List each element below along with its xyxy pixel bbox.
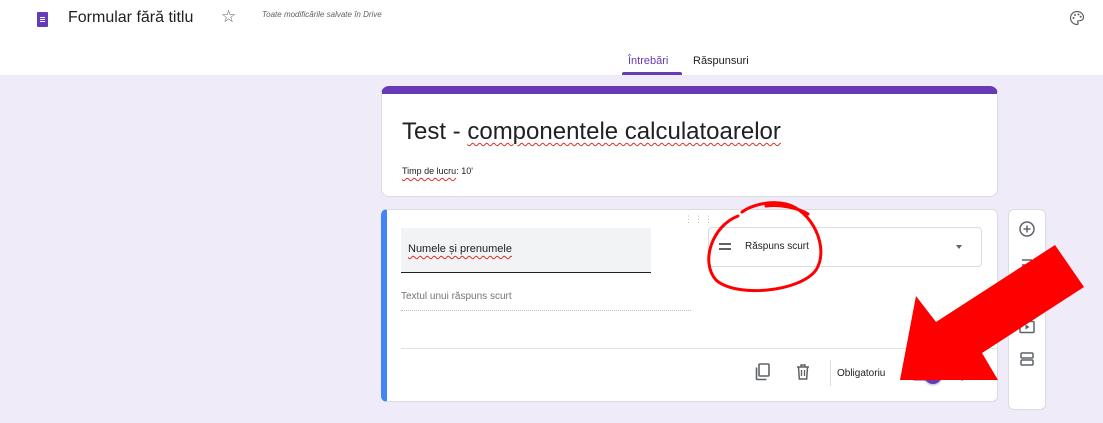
top-bar: Formular fără titlu ☆ Toate modificările…: [0, 0, 1103, 50]
duplicate-icon[interactable]: [753, 362, 773, 382]
footer-divider: [830, 360, 831, 386]
required-label: Obligatoriu: [837, 368, 886, 379]
form-description-spellcheck: Timp de lucru: [402, 166, 457, 176]
tab-questions[interactable]: Întrebări: [628, 55, 668, 67]
form-title-spellcheck: componentele calculatoarelor: [467, 118, 781, 145]
forms-logo-icon[interactable]: [37, 12, 48, 27]
divider: [401, 348, 998, 349]
save-status: Toate modificările salvate în Drive: [262, 10, 382, 19]
chevron-down-icon: [956, 245, 962, 249]
import-questions-icon[interactable]: [1018, 256, 1036, 274]
delete-icon[interactable]: [793, 362, 813, 382]
question-type-dropdown[interactable]: Răspuns scurt: [708, 227, 982, 267]
star-icon[interactable]: ☆: [221, 8, 236, 25]
required-toggle-knob[interactable]: [924, 366, 942, 384]
form-title-card[interactable]: Test - componentele calculatoarelor Timp…: [381, 86, 998, 197]
short-answer-icon: [719, 243, 731, 250]
side-toolbar: [1008, 209, 1046, 410]
question-card[interactable]: ⋮⋮⋮ Numele și prenumele Răspuns scurt Te…: [381, 209, 998, 402]
form-title[interactable]: Test - componentele calculatoarelor: [402, 118, 781, 146]
form-title-prefix: Test -: [402, 118, 468, 145]
question-type-label: Răspuns scurt: [745, 241, 809, 252]
form-description-rest: : 10': [456, 166, 473, 176]
tab-responses[interactable]: Răspunsuri: [693, 55, 749, 67]
drag-handle-icon[interactable]: ⋮⋮⋮: [684, 214, 714, 225]
add-image-icon[interactable]: [1018, 287, 1036, 305]
add-video-icon[interactable]: [1018, 318, 1036, 336]
add-section-icon[interactable]: [1018, 350, 1036, 368]
palette-icon[interactable]: [1069, 10, 1085, 26]
tab-bar: Întrebări Răspunsuri: [0, 50, 1103, 75]
answer-placeholder: Textul unui răspuns scurt: [401, 291, 691, 311]
more-options-icon[interactable]: [960, 364, 964, 382]
question-title-input[interactable]: Numele și prenumele: [401, 228, 651, 273]
question-title-text: Numele și prenumele: [408, 243, 512, 255]
add-question-icon[interactable]: [1018, 220, 1036, 238]
document-title[interactable]: Formular fără titlu: [68, 9, 193, 27]
form-description[interactable]: Timp de lucru: 10': [402, 166, 473, 176]
